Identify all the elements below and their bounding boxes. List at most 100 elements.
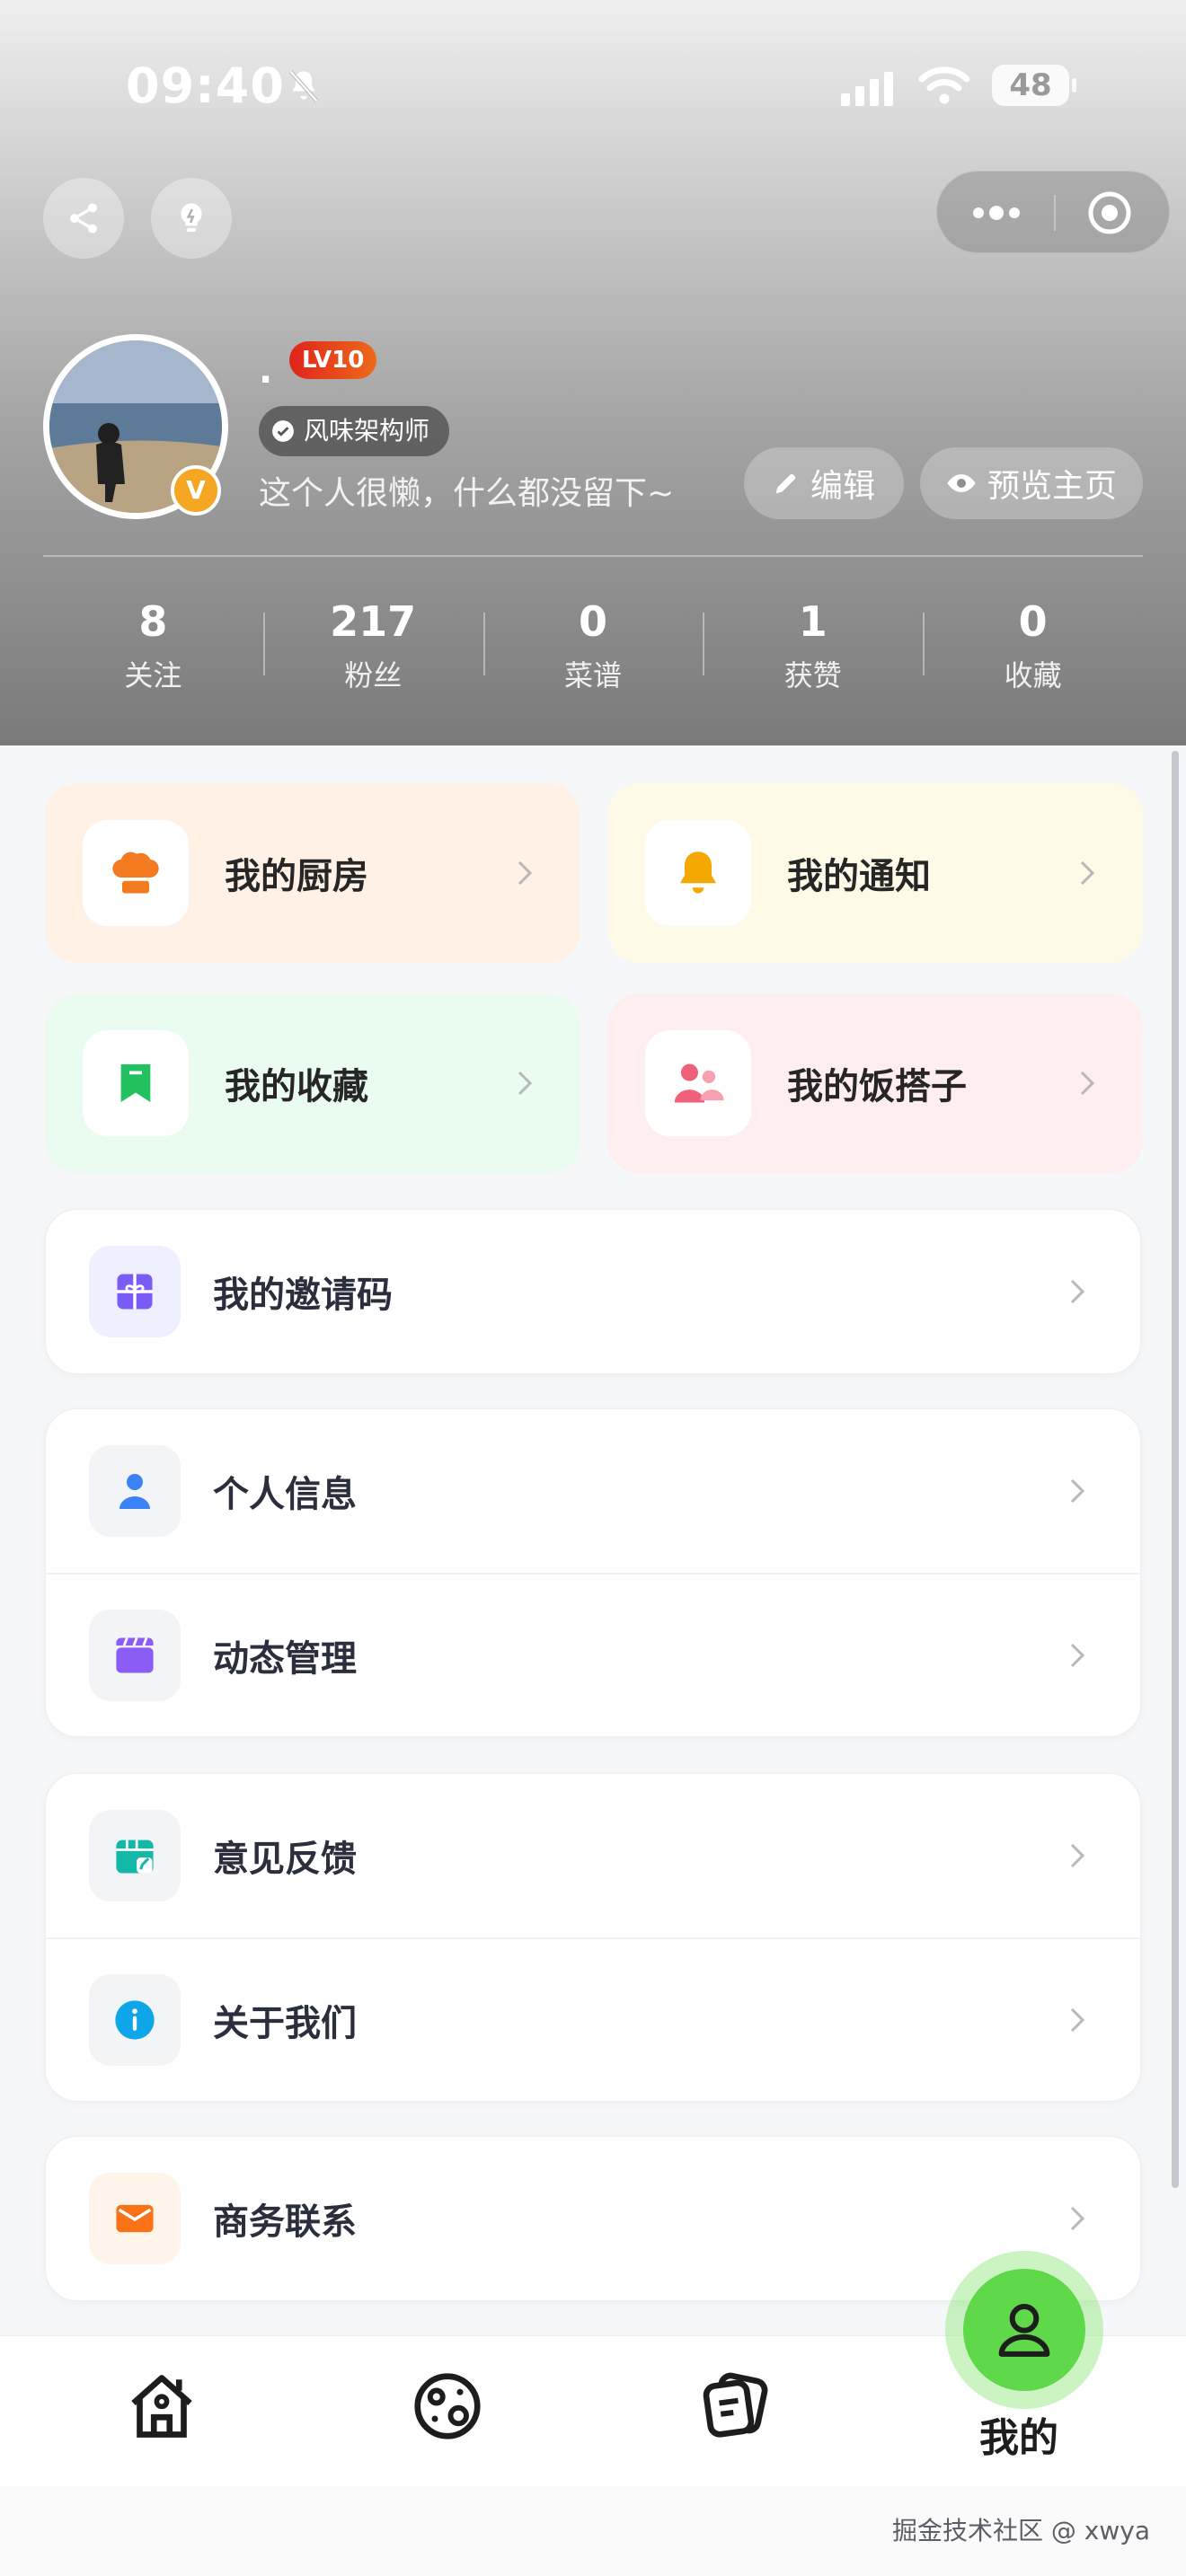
menu-item-label: 我的邀请码	[213, 1275, 393, 1316]
stat-favorites[interactable]: 0 收藏	[923, 593, 1143, 701]
menu-item-label: 动态管理	[213, 1638, 357, 1680]
vip-badge: V	[171, 465, 221, 516]
mail-icon	[116, 2204, 154, 2233]
menu-icon-box	[89, 1246, 181, 1337]
menu-item-label: 个人信息	[213, 1474, 357, 1515]
tile-icon-box	[83, 820, 189, 926]
menu-item-label: 意见反馈	[213, 1839, 357, 1880]
menu-item-label: 关于我们	[213, 2003, 357, 2044]
tips-button[interactable]	[151, 178, 232, 259]
stats-bar: 8 关注 217 粉丝 0 菜谱 1 获赞 0 收藏	[43, 593, 1143, 701]
support-card: 意见反馈 关于我们	[45, 1773, 1141, 2102]
tile-label: 我的通知	[787, 856, 931, 897]
menu-icon-box	[89, 1610, 181, 1701]
scrollbar[interactable]	[1172, 751, 1179, 2188]
edit-label: 编辑	[810, 468, 875, 505]
menu-item-about-us[interactable]: 关于我们	[46, 1937, 1140, 2101]
menu-item-feedback[interactable]: 意见反馈	[46, 1774, 1140, 1937]
menu-item-label: 商务联系	[213, 2201, 357, 2243]
info-icon	[115, 2000, 155, 2040]
miniprogram-capsule	[936, 171, 1170, 253]
chevron-right-icon	[518, 860, 533, 886]
profile-header: 09:40 48 V . LV10 风味架构师 这个人很懒，什么都没留下~ 编辑…	[0, 0, 1186, 745]
tile-label: 我的饭搭子	[787, 1066, 967, 1107]
user-icon	[998, 2304, 1050, 2357]
stat-value: 8	[138, 597, 168, 646]
people-icon	[674, 1063, 724, 1103]
stat-value: 0	[1018, 597, 1048, 646]
preview-label: 预览主页	[987, 468, 1117, 505]
stat-label: 菜谱	[563, 658, 622, 693]
planet-icon	[414, 2373, 481, 2439]
watermark: 掘金技术社区 @ xwya	[891, 2516, 1150, 2545]
chevron-right-icon	[1070, 1843, 1085, 1868]
account-card: 个人信息 动态管理	[45, 1408, 1141, 1737]
share-button[interactable]	[43, 178, 124, 259]
more-dots-icon[interactable]	[969, 198, 1023, 227]
tab-mine[interactable]	[945, 2251, 1103, 2409]
menu-item-invite-code[interactable]: 我的邀请码	[46, 1210, 1140, 1373]
preview-homepage-button[interactable]: 预览主页	[920, 447, 1143, 519]
cards-icon	[703, 2372, 768, 2438]
level-badge: LV10	[289, 341, 377, 379]
pencil-icon	[775, 473, 796, 494]
status-bar: 09:40 48	[0, 54, 1186, 117]
menu-icon-box	[89, 1974, 181, 2066]
stat-label: 粉丝	[344, 658, 403, 693]
tab-mine-active-circle	[963, 2269, 1085, 2391]
stat-label: 获赞	[783, 658, 842, 693]
tile-label: 我的收藏	[225, 1066, 368, 1107]
tile-my-meal-buddies[interactable]: 我的饭搭子	[607, 993, 1143, 1173]
chevron-right-icon	[1070, 2007, 1085, 2033]
bookmark-icon	[120, 1064, 151, 1102]
chevron-right-icon	[1070, 1478, 1085, 1504]
stat-followers[interactable]: 217 粉丝	[262, 593, 483, 701]
person-icon	[119, 1474, 150, 1509]
close-target-icon[interactable]	[1086, 190, 1133, 236]
clapperboard-icon	[116, 1637, 154, 1673]
chevron-right-icon	[1070, 1643, 1085, 1668]
bio-text: 这个人很懒，什么都没留下~	[259, 475, 675, 512]
menu-item-posts-management[interactable]: 动态管理	[46, 1573, 1140, 1736]
tile-my-notifications[interactable]: 我的通知	[607, 783, 1143, 963]
stat-value: 0	[578, 597, 607, 646]
stat-label: 关注	[124, 658, 182, 693]
invite-card: 我的邀请码	[45, 1209, 1141, 1374]
tile-label: 我的厨房	[225, 856, 368, 897]
tab-home[interactable]	[108, 2369, 216, 2458]
menu-icon-box	[89, 1810, 181, 1901]
tile-icon-box	[645, 1030, 751, 1136]
chef-hat-icon	[112, 851, 159, 894]
stat-likes[interactable]: 1 获赞	[703, 593, 923, 701]
lightbulb-icon	[181, 203, 202, 232]
tab-recipes[interactable]	[681, 2369, 789, 2458]
tile-icon-box	[645, 820, 751, 926]
stat-value: 1	[798, 597, 828, 646]
gift-icon	[117, 1274, 153, 1310]
mute-bell-icon	[288, 69, 319, 103]
cellular-signal-icon	[841, 72, 893, 106]
stat-following[interactable]: 8 关注	[43, 593, 263, 701]
title-badge-label: 风味架构师	[304, 416, 430, 446]
menu-item-profile-info[interactable]: 个人信息	[46, 1409, 1140, 1573]
eye-icon	[947, 474, 976, 492]
stat-recipes[interactable]: 0 菜谱	[482, 593, 704, 701]
chevron-right-icon	[1070, 2206, 1085, 2231]
tile-icon-box	[83, 1030, 189, 1136]
chevron-right-icon	[1070, 1279, 1085, 1304]
tile-my-favorites[interactable]: 我的收藏	[45, 993, 580, 1173]
feedback-calendar-icon	[116, 1839, 154, 1874]
username: .	[259, 350, 273, 392]
chevron-right-icon	[1080, 860, 1095, 886]
header-divider	[43, 555, 1143, 557]
wifi-icon	[918, 66, 970, 104]
chevron-right-icon	[518, 1071, 533, 1096]
stat-label: 收藏	[1004, 658, 1062, 693]
menu-icon-box	[89, 2173, 181, 2264]
verified-check-icon	[272, 420, 294, 442]
tile-my-kitchen[interactable]: 我的厨房	[45, 783, 580, 963]
chevron-right-icon	[1080, 1071, 1095, 1096]
edit-profile-button[interactable]: 编辑	[744, 447, 904, 519]
tab-discover[interactable]	[394, 2369, 501, 2458]
bell-icon	[680, 851, 716, 894]
